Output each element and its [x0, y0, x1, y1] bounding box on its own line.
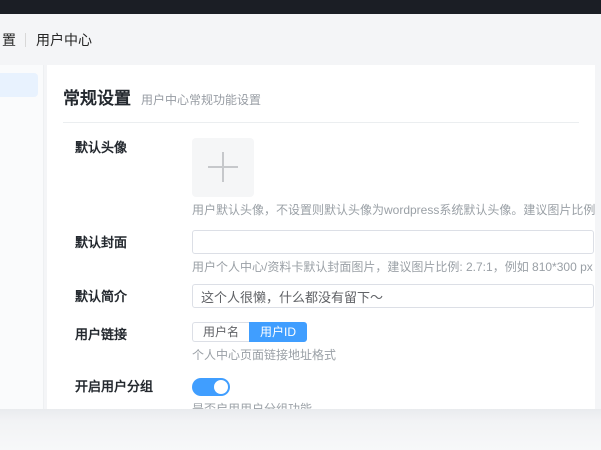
form-row-default-cover: 默认封面 用户个人中心/资料卡默认封面图片，建议图片比例: 2.7:1，例如 8… [75, 230, 595, 274]
bottom-area [0, 409, 601, 450]
admin-top-bar [0, 0, 601, 14]
switch-knob [214, 380, 228, 394]
panel-header: 常规设置 用户中心常规功能设置 [47, 65, 595, 122]
group-toggle-switch[interactable] [192, 378, 230, 396]
field-label: 默认封面 [75, 235, 128, 250]
breadcrumb-root[interactable]: 置 [2, 30, 16, 50]
breadcrumb-current: 用户中心 [36, 31, 92, 48]
form-row-enable-group: 开启用户分组 是否启用用户分组功能 [75, 376, 595, 409]
settings-sidebar [0, 65, 44, 409]
settings-panel: 常规设置 用户中心常规功能设置 默认头像 用户默认头像，不设置则默认头像为wor… [47, 65, 595, 409]
field-label: 开启用户分组 [75, 379, 154, 394]
settings-form: 默认头像 用户默认头像，不设置则默认头像为wordpress系统默认头像。建议图… [47, 138, 595, 409]
form-row-default-bio: 默认简介 [75, 284, 595, 308]
bio-input[interactable] [192, 284, 594, 308]
form-row-user-link: 用户链接 用户名 用户ID 个人中心页面链接地址格式 [75, 322, 595, 362]
field-label: 默认头像 [75, 140, 128, 155]
field-help: 用户默认头像，不设置则默认头像为wordpress系统默认头像。建议图片比例 1… [192, 203, 595, 217]
user-link-radio-group: 用户名 用户ID [192, 322, 595, 342]
page-subtitle: 用户中心常规功能设置 [141, 93, 262, 107]
field-help: 用户个人中心/资料卡默认封面图片，建议图片比例: 2.7:1，例如 810*30… [192, 260, 593, 274]
form-row-default-avatar: 默认头像 用户默认头像，不设置则默认头像为wordpress系统默认头像。建议图… [75, 138, 595, 217]
breadcrumb-divider [25, 32, 26, 47]
plus-icon [222, 152, 224, 182]
field-label: 默认简介 [75, 289, 128, 304]
page-title: 常规设置 [63, 89, 131, 108]
cover-url-input[interactable] [192, 230, 594, 254]
radio-username[interactable]: 用户名 [192, 322, 250, 342]
sidebar-item-selected[interactable] [0, 73, 38, 97]
avatar-upload-button[interactable] [192, 138, 254, 197]
field-label: 用户链接 [75, 327, 128, 342]
header-divider [63, 122, 579, 123]
radio-userid[interactable]: 用户ID [249, 322, 308, 342]
field-help: 个人中心页面链接地址格式 [192, 348, 337, 362]
field-help: 是否启用用户分组功能 [192, 402, 313, 409]
breadcrumb: 置 用户中心 [0, 14, 601, 65]
